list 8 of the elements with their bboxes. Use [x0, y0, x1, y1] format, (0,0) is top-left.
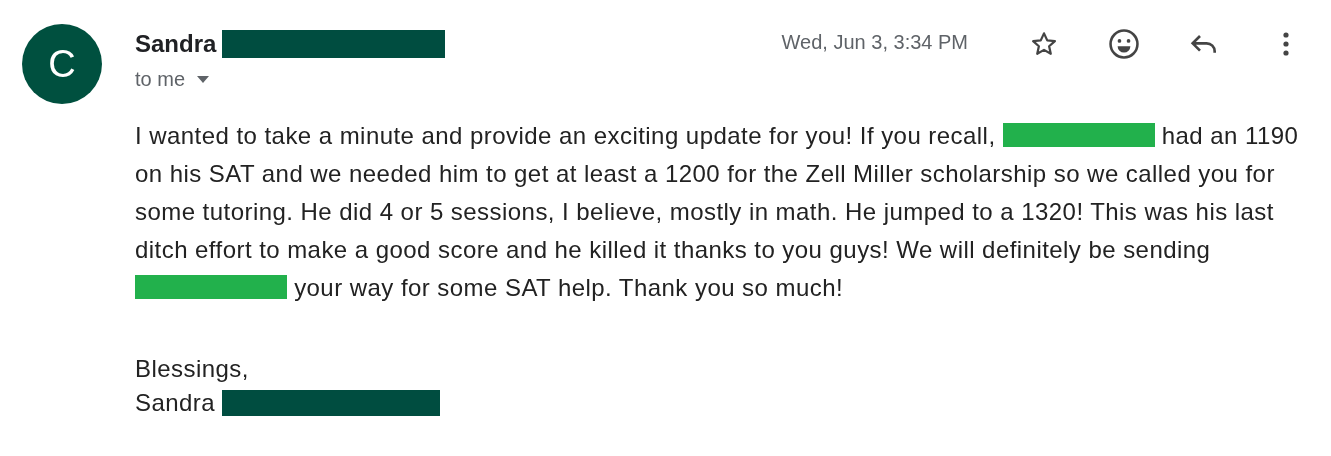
recipient-dropdown[interactable]: to me	[135, 68, 210, 91]
sender-name: Sandra	[135, 30, 217, 58]
date: Wed, Jun 3, 3:34 PM	[781, 31, 968, 54]
closing: Blessings,	[135, 355, 250, 383]
message-body: I wanted to take a minute and provide an exciting update for you! If you recall, had an 1190 on his SAT and we needed him to get at least a 1200 for the Zell Miller scholarship so we called you for some tutoring. He did 4 or 5 sessions, I believe, mostly in math. He jumped to a 1320! This was his last ditch effort to make a good score and he killed it thanks to you guys! We will definitely be sending your way for some SAT help. Thank you so much!	[135, 121, 1300, 303]
signature-name: Sandra	[135, 389, 216, 417]
caret-icon	[197, 76, 210, 83]
avatar: C	[22, 24, 102, 104]
